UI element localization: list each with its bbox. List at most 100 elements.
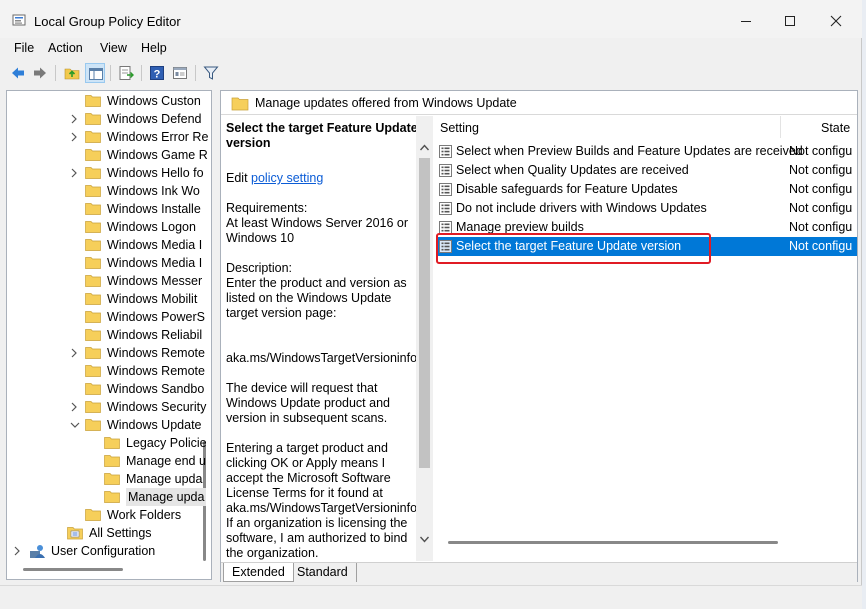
tree-item[interactable]: Windows Hello fo xyxy=(7,164,204,182)
maximize-icon xyxy=(785,16,795,26)
tree-item-label: Windows Media I xyxy=(107,256,203,270)
column-separator[interactable] xyxy=(780,116,781,138)
menu-action[interactable]: Action xyxy=(48,41,83,55)
policy-state: Not configu xyxy=(789,182,853,196)
filter-button[interactable] xyxy=(201,63,221,83)
filter-icon xyxy=(203,66,219,80)
tree-item[interactable]: Windows Installe xyxy=(7,200,203,218)
export-list-button[interactable] xyxy=(116,63,136,83)
tree-item[interactable]: Windows Sandbo xyxy=(7,380,204,398)
maximize-button[interactable] xyxy=(768,6,812,34)
tree-item[interactable]: Windows Defend xyxy=(7,110,203,128)
scroll-up-icon[interactable] xyxy=(420,144,429,151)
all-settings-icon xyxy=(67,526,83,540)
menu-help[interactable]: Help xyxy=(141,41,167,55)
column-header-setting[interactable]: Setting xyxy=(440,121,479,135)
folder-icon xyxy=(85,94,101,107)
settings-list: Setting State Select when Preview Builds… xyxy=(434,116,857,561)
show-hide-console-tree-button[interactable] xyxy=(85,63,105,83)
folder-icon xyxy=(85,382,101,395)
toolbar-separator xyxy=(110,65,111,81)
folder-icon xyxy=(85,184,101,197)
tree-item[interactable]: Windows PowerS xyxy=(7,308,205,326)
tree-item[interactable]: Windows Media I xyxy=(7,254,203,272)
tree-horizontal-scrollbar[interactable] xyxy=(23,568,123,571)
menu-file[interactable]: File xyxy=(14,41,34,55)
tree-item[interactable]: Manage upda xyxy=(7,470,203,488)
folder-icon xyxy=(85,400,101,413)
tree-item[interactable]: Windows Messer xyxy=(7,272,203,290)
description-url: aka.ms/WindowsTargetVersioninfo xyxy=(226,351,418,365)
chevron-right-icon[interactable] xyxy=(70,398,80,416)
close-button[interactable] xyxy=(814,6,858,34)
toolbar-separator xyxy=(195,65,196,81)
up-one-level-button[interactable] xyxy=(62,63,82,83)
tree-item[interactable]: Windows Custon xyxy=(7,92,203,110)
tree-item[interactable]: Manage upda xyxy=(7,488,207,506)
tree-item-label: Work Folders xyxy=(107,508,182,522)
tree-item[interactable]: All Settings xyxy=(7,524,203,542)
tree-item-label: Windows Game R xyxy=(107,148,208,162)
tree-item[interactable]: Windows Remote xyxy=(7,344,205,362)
tree-item[interactable]: User Configuration xyxy=(7,542,203,560)
chevron-right-icon[interactable] xyxy=(70,164,80,182)
tab-standard[interactable]: Standard xyxy=(289,563,357,582)
details-pane: Manage updates offered from Windows Upda… xyxy=(220,90,858,582)
folder-icon xyxy=(85,202,101,215)
tree-item[interactable]: Windows Update xyxy=(7,416,203,434)
extended-pane-scrollbar[interactable] xyxy=(416,116,433,561)
tree-item[interactable]: Windows Game R xyxy=(7,146,208,164)
tree-item[interactable]: Windows Ink Wo xyxy=(7,182,203,200)
extended-description-pane: Select the target Feature Update version… xyxy=(221,116,433,561)
tree-item[interactable]: Windows Logon xyxy=(7,218,203,236)
tree-item[interactable]: Work Folders xyxy=(7,506,203,524)
chevron-right-icon[interactable] xyxy=(70,344,80,362)
tree-item[interactable]: Windows Error Re xyxy=(7,128,208,146)
folder-icon xyxy=(85,508,101,521)
edit-policy-setting-link[interactable]: policy setting xyxy=(251,171,323,185)
tree-item[interactable]: Windows Reliabil xyxy=(7,326,203,344)
folder-icon xyxy=(85,256,101,269)
menu-bar: File Action View Help xyxy=(0,38,862,58)
chevron-right-icon[interactable] xyxy=(70,128,80,146)
tree-item[interactable]: Manage end u xyxy=(7,452,206,470)
tree-item[interactable]: Windows Mobilit xyxy=(7,290,203,308)
tree-item-label: Windows Logon xyxy=(107,220,196,234)
scrollbar-thumb[interactable] xyxy=(419,158,430,468)
tree-item-label: Windows Media I xyxy=(107,238,203,252)
chevron-down-icon[interactable] xyxy=(70,416,80,434)
help-button[interactable]: ? xyxy=(147,63,167,83)
toolbar: ? xyxy=(0,60,862,86)
back-button[interactable] xyxy=(8,63,28,83)
folder-icon xyxy=(85,328,101,341)
policy-state: Not configu xyxy=(789,144,853,158)
minimize-button[interactable] xyxy=(724,6,768,34)
properties-button[interactable] xyxy=(170,63,190,83)
column-header-state[interactable]: State xyxy=(821,121,850,135)
tab-extended[interactable]: Extended xyxy=(223,563,294,582)
console-tree[interactable]: Windows Custon Windows Defend Windows Erro… xyxy=(6,90,212,580)
folder-icon xyxy=(104,436,120,449)
list-horizontal-scrollbar[interactable] xyxy=(448,541,778,544)
chevron-right-icon[interactable] xyxy=(13,542,23,560)
export-list-icon xyxy=(119,66,134,80)
tree-item-label: Windows Hello fo xyxy=(107,166,204,180)
scroll-down-icon[interactable] xyxy=(420,536,429,543)
tree-item[interactable]: Windows Media I xyxy=(7,236,203,254)
chevron-right-icon[interactable] xyxy=(70,110,80,128)
tree-item[interactable]: Legacy Policie xyxy=(7,434,207,452)
description-text-1: Enter the product and version as listed … xyxy=(226,276,407,320)
policy-row[interactable]: Disable safeguards for Feature Updates No… xyxy=(436,180,857,199)
details-header: Manage updates offered from Windows Upda… xyxy=(221,91,857,115)
policy-row[interactable]: Select when Preview Builds and Feature U… xyxy=(436,142,857,161)
tree-item[interactable]: Windows Remote xyxy=(7,362,205,380)
menu-view[interactable]: View xyxy=(100,41,127,55)
policy-state: Not configu xyxy=(789,201,853,215)
forward-button[interactable] xyxy=(30,63,50,83)
tree-item[interactable]: Windows Security xyxy=(7,398,206,416)
policy-row[interactable]: Do not include drivers with Windows Upda… xyxy=(436,199,857,218)
folder-icon xyxy=(85,346,101,359)
gpedit-window: Local Group Policy Editor File Action Vi… xyxy=(0,0,862,609)
edit-prefix: Edit xyxy=(226,171,248,185)
policy-row[interactable]: Select when Quality Updates are received… xyxy=(436,161,857,180)
